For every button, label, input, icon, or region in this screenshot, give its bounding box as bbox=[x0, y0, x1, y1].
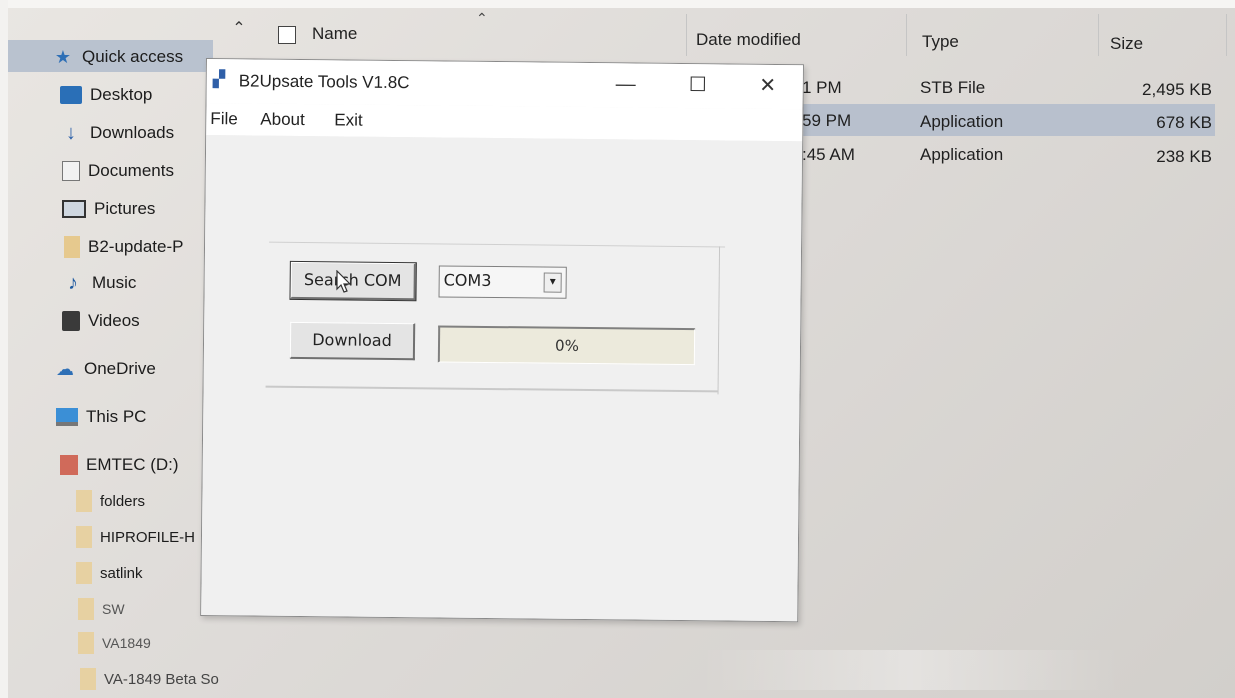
download-button[interactable]: Download bbox=[289, 321, 416, 361]
folder-icon bbox=[76, 526, 92, 548]
column-header-size[interactable]: Size bbox=[1110, 34, 1143, 54]
desktop-icon bbox=[60, 86, 82, 104]
sidebar-item-label: SW bbox=[102, 601, 125, 617]
dialog-client-area: Search COM COM3 ▼ Download 0% bbox=[201, 135, 803, 622]
minimize-button[interactable]: — bbox=[603, 69, 649, 99]
sidebar-item-label: VA1849 bbox=[102, 635, 151, 651]
sidebar-item-label: Videos bbox=[88, 311, 140, 330]
column-separator[interactable] bbox=[1098, 14, 1099, 56]
star-icon: ★ bbox=[54, 47, 72, 67]
file-size-cell[interactable]: 2,495 KB bbox=[1120, 80, 1212, 100]
folder-icon bbox=[80, 668, 96, 690]
sidebar-item-b2-update[interactable]: B2-update-P bbox=[64, 232, 183, 262]
search-com-button[interactable]: Search COM bbox=[289, 260, 417, 302]
sidebar-item-satlink[interactable]: satlink bbox=[76, 558, 143, 588]
file-date-cell[interactable]: 59 PM bbox=[802, 111, 851, 131]
sidebar-item-va1849[interactable]: VA1849 bbox=[78, 628, 151, 658]
dropdown-arrow-icon[interactable]: ▼ bbox=[543, 272, 562, 293]
screen: ⌃ Name ⌃ Date modified Type Size ★ Quick… bbox=[0, 0, 1235, 698]
window-title: B2Upsate Tools V1.8C bbox=[238, 71, 410, 93]
menu-file[interactable]: File bbox=[210, 109, 238, 129]
sidebar-item-label: OneDrive bbox=[84, 359, 156, 378]
sidebar-item-label: Music bbox=[92, 273, 137, 292]
sidebar-item-label: Downloads bbox=[90, 123, 175, 142]
sidebar-item-label: Documents bbox=[88, 161, 174, 180]
document-icon bbox=[62, 161, 80, 181]
file-size-cell[interactable]: 238 KB bbox=[1120, 147, 1212, 167]
download-icon: ↓ bbox=[66, 122, 76, 144]
music-icon: ♪ bbox=[68, 272, 78, 294]
sidebar-item-onedrive[interactable]: ☁ OneDrive bbox=[54, 354, 156, 384]
file-size-cell[interactable]: 678 KB bbox=[1120, 113, 1212, 133]
menu-about[interactable]: About bbox=[260, 110, 305, 130]
sidebar-item-label: Quick access bbox=[82, 47, 184, 66]
sidebar-item-pictures[interactable]: Pictures bbox=[62, 194, 155, 224]
app-icon: ▞ bbox=[212, 71, 226, 89]
sidebar-item-label: HIPROFILE-H bbox=[100, 528, 196, 546]
file-type-cell[interactable]: Application bbox=[920, 112, 1003, 132]
sidebar-item-label: Pictures bbox=[94, 199, 156, 218]
select-all-checkbox[interactable] bbox=[278, 26, 296, 44]
file-type-cell[interactable]: STB File bbox=[920, 78, 985, 98]
file-type-cell[interactable]: Application bbox=[920, 145, 1003, 165]
com-port-value: COM3 bbox=[443, 270, 492, 291]
menu-exit[interactable]: Exit bbox=[334, 110, 363, 130]
mouse-cursor-icon bbox=[336, 270, 352, 293]
sidebar-item-documents[interactable]: Documents bbox=[62, 156, 174, 186]
file-date-cell[interactable]: 1 PM bbox=[802, 78, 842, 98]
group-box-border bbox=[265, 385, 718, 393]
sidebar-item-label: B2-update-P bbox=[88, 237, 184, 256]
b2-update-tools-window[interactable]: ▞ B2Upsate Tools V1.8C — ☐ ✕ File About … bbox=[200, 58, 804, 623]
sidebar-item-label: folders bbox=[100, 492, 146, 510]
download-progress-bar: 0% bbox=[437, 325, 696, 366]
progress-text: 0% bbox=[555, 336, 579, 355]
photo-edge-left bbox=[0, 0, 8, 698]
sidebar-item-va1849-beta[interactable]: VA-1849 Beta So bbox=[80, 664, 219, 694]
photo-edge-top bbox=[0, 0, 1235, 8]
drive-icon bbox=[60, 455, 78, 475]
close-button[interactable]: ✕ bbox=[745, 71, 791, 101]
folder-icon bbox=[78, 598, 94, 620]
column-separator[interactable] bbox=[906, 14, 907, 56]
folder-icon bbox=[78, 632, 94, 654]
screen-glare bbox=[700, 650, 1120, 690]
computer-icon bbox=[56, 408, 78, 426]
folder-icon bbox=[76, 490, 92, 512]
column-header-type[interactable]: Type bbox=[922, 32, 959, 52]
sidebar-item-hiprofile[interactable]: HIPROFILE-H bbox=[76, 522, 195, 552]
sort-caret-icon: ⌃ bbox=[476, 10, 488, 26]
sidebar-item-this-pc[interactable]: This PC bbox=[56, 402, 146, 432]
sidebar-item-label: VA-1849 Beta So bbox=[104, 670, 219, 688]
sidebar-item-downloads[interactable]: ↓ Downloads bbox=[60, 118, 174, 148]
sidebar-item-label: This PC bbox=[86, 407, 147, 426]
sidebar-item-desktop[interactable]: Desktop bbox=[60, 80, 152, 110]
com-port-select[interactable]: COM3 ▼ bbox=[438, 265, 567, 299]
sidebar-item-quick-access[interactable]: ★ Quick access bbox=[52, 42, 183, 72]
cloud-icon: ☁ bbox=[56, 359, 74, 379]
group-box-border bbox=[269, 241, 726, 248]
sidebar-item-label: EMTEC (D:) bbox=[86, 455, 179, 474]
sidebar-item-emtec[interactable]: EMTEC (D:) bbox=[60, 450, 179, 480]
column-header-name[interactable]: Name bbox=[312, 24, 357, 44]
sidebar-item-label: Desktop bbox=[90, 85, 153, 104]
sidebar-item-folders[interactable]: folders bbox=[76, 486, 145, 516]
file-date-cell[interactable]: :45 AM bbox=[802, 145, 855, 165]
videos-icon bbox=[62, 311, 80, 331]
group-box-border bbox=[717, 246, 721, 395]
pictures-icon bbox=[62, 200, 86, 218]
sidebar-item-sw[interactable]: SW bbox=[78, 594, 125, 624]
maximize-button[interactable]: ☐ bbox=[675, 70, 721, 100]
column-separator[interactable] bbox=[1226, 14, 1227, 56]
sidebar-item-music[interactable]: ♪ Music bbox=[62, 268, 136, 298]
folder-icon bbox=[76, 562, 92, 584]
sidebar-item-videos[interactable]: Videos bbox=[62, 306, 140, 336]
column-header-date-modified[interactable]: Date modified bbox=[696, 30, 801, 50]
column-separator[interactable] bbox=[686, 14, 687, 56]
folder-icon bbox=[64, 236, 80, 258]
sidebar-scroll-up-icon[interactable]: ⌃ bbox=[228, 18, 250, 38]
title-bar[interactable]: ▞ B2Upsate Tools V1.8C — ☐ ✕ bbox=[206, 59, 803, 110]
sidebar-item-label: satlink bbox=[100, 564, 143, 582]
